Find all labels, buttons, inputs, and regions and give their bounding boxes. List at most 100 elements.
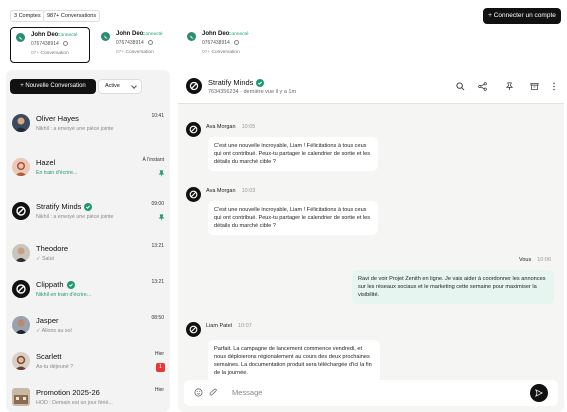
- account-card[interactable]: John Deo Connecté 0767438914 07+ Convers…: [96, 27, 176, 63]
- avatar: [12, 388, 30, 406]
- avatar: [12, 158, 30, 176]
- message-bubble: Parfait. La campagne de lancement commen…: [208, 340, 380, 382]
- chat-panel: Stratify Minds 7634356234 · dernière vue…: [178, 70, 564, 412]
- conversation-name: Scarlett: [36, 352, 62, 361]
- chat-subtitle: 7634356234 · dernière vue il y a 1m: [208, 89, 297, 95]
- conversation-preview: ✓ Allons au sol: [36, 328, 72, 334]
- top-bar: 3 Comptes 987+ Conversations + Connecter…: [0, 0, 567, 70]
- avatar: [12, 316, 30, 334]
- verified-icon: [256, 79, 265, 88]
- account-phone: 0767438914: [31, 41, 59, 47]
- message-input[interactable]: Message: [232, 388, 262, 397]
- conversation-item[interactable]: Stratify Minds 09:00 Nikhil : a envoyé u…: [6, 196, 170, 236]
- avatar: [12, 202, 30, 220]
- conversation-preview: HOD : Demain est un jour férié...: [36, 400, 113, 406]
- conversation-item[interactable]: Oliver Hayes 10:41 Nikhil : a envoyé une…: [6, 108, 170, 148]
- conversation-name: Promotion 2025-26: [36, 388, 100, 397]
- conversation-item[interactable]: Scarlett Hier As-tu déjeuné ? 1: [6, 346, 170, 386]
- verified-icon: [84, 203, 93, 212]
- conversation-time: 10:41: [151, 113, 164, 119]
- more-options-icon[interactable]: [552, 82, 556, 91]
- conversation-preview: Nikhil : a envoyé une pièce jointe: [36, 214, 114, 220]
- read-check-icon: ✓: [36, 256, 41, 262]
- conversation-time: 09:00: [151, 201, 164, 207]
- connect-account-button[interactable]: + Connecter un compte: [483, 8, 561, 24]
- new-conversation-button[interactable]: + Nouvelle Conversation: [10, 79, 96, 94]
- account-card[interactable]: John Deo Connecté 0767438914 07+ Convers…: [10, 27, 90, 63]
- pin-icon[interactable]: [158, 214, 165, 221]
- conversation-time: 13:21: [151, 279, 164, 285]
- verified-icon: [66, 281, 75, 290]
- message-composer: Message: [184, 380, 558, 406]
- conversation-time: Hier: [154, 387, 164, 393]
- whatsapp-icon: [101, 32, 110, 41]
- avatar: [12, 244, 30, 262]
- account-name: John Deo: [116, 31, 144, 37]
- whatsapp-icon: [187, 32, 196, 41]
- conversation-item[interactable]: Theodore 13:21 ✓ Salut: [6, 238, 170, 278]
- conversation-item[interactable]: Promotion 2025-26 Hier HOD : Demain est …: [6, 382, 170, 412]
- chat-header: Stratify Minds 7634356234 · dernière vue…: [178, 70, 564, 104]
- pin-icon[interactable]: [158, 170, 165, 177]
- account-card[interactable]: John Deo Connecté 0767438914 07+ Convers…: [182, 27, 262, 63]
- conversation-item[interactable]: Jasper 08:50 ✓ Allons au sol: [6, 310, 170, 350]
- message-sender: Vous 10:06: [519, 257, 551, 263]
- conversations-count-chip: 987+ Conversations: [43, 10, 101, 22]
- archive-icon[interactable]: [530, 82, 539, 91]
- message-sender: Liam Patel 10:07: [206, 323, 252, 329]
- filter-value: Active: [105, 83, 120, 89]
- conversation-name: Jasper: [36, 316, 59, 325]
- conversation-name: Theodore: [36, 244, 69, 253]
- account-name: John Deo: [202, 31, 230, 37]
- info-icon[interactable]: [148, 40, 153, 45]
- whatsapp-icon: [16, 33, 25, 42]
- pin-icon[interactable]: [505, 82, 514, 91]
- avatar: [12, 352, 30, 370]
- conversation-preview: Nikhil en train d'écrire...: [36, 292, 92, 298]
- unread-badge: 1: [156, 363, 165, 372]
- account-conversations: 07+ Conversation: [31, 51, 69, 56]
- account-name: John Deo: [31, 32, 59, 38]
- account-status: Connecté: [57, 33, 78, 38]
- conversation-name: Oliver Hayes: [36, 114, 79, 123]
- chevron-down-icon: [131, 83, 137, 89]
- chat-title: Stratify Minds: [208, 78, 265, 88]
- conversation-item[interactable]: Clippath 13:21 Nikhil en train d'écrire.…: [6, 274, 170, 314]
- send-button[interactable]: [530, 384, 548, 402]
- search-icon[interactable]: [456, 82, 465, 91]
- message-sender: Ava Morgan 10:05: [206, 124, 256, 130]
- avatar: [12, 114, 30, 132]
- conversation-item[interactable]: Hazel À l'instant En train d'écrire...: [6, 152, 170, 192]
- info-icon[interactable]: [63, 41, 68, 46]
- account-status: Connecté: [228, 32, 249, 37]
- avatar: [12, 280, 30, 298]
- account-conversations: 07+ Conversation: [202, 50, 240, 55]
- message-bubble: C'est une nouvelle incroyable, Liam ! Fé…: [208, 201, 378, 235]
- avatar: [186, 122, 201, 137]
- message-sender: Ava Morgan 10:03: [206, 188, 256, 194]
- info-icon[interactable]: [234, 40, 239, 45]
- conversation-time: À l'instant: [142, 157, 164, 163]
- accounts-count: 3 Comptes: [14, 13, 41, 19]
- conversation-preview: Nikhil : a envoyé une pièce jointe: [36, 126, 114, 132]
- account-phone: 0767438914: [202, 40, 230, 46]
- share-icon[interactable]: [478, 82, 487, 91]
- conversation-name: Clippath: [36, 280, 75, 290]
- attachment-icon[interactable]: [209, 388, 218, 397]
- conversation-time: 08:50: [151, 315, 164, 321]
- avatar: [186, 78, 202, 94]
- conversation-sidebar: + Nouvelle Conversation Active Oliver Ha…: [6, 70, 170, 412]
- accounts-count-chip: 3 Comptes: [10, 10, 45, 22]
- emoji-icon[interactable]: [194, 388, 203, 397]
- conversation-preview: As-tu déjeuné ?: [36, 364, 74, 370]
- read-check-icon: ✓: [36, 328, 41, 334]
- message-bubble: C'est une nouvelle incroyable, Liam ! Fé…: [208, 137, 378, 171]
- conversation-name: Hazel: [36, 158, 56, 167]
- conversation-preview: En train d'écrire...: [36, 170, 78, 176]
- avatar: [186, 322, 201, 337]
- conversation-time: Hier: [154, 351, 164, 357]
- conversations-count: 987+ Conversations: [47, 13, 97, 19]
- send-icon: [535, 389, 543, 397]
- status-filter-select[interactable]: Active: [98, 79, 142, 94]
- conversation-name: Stratify Minds: [36, 202, 93, 212]
